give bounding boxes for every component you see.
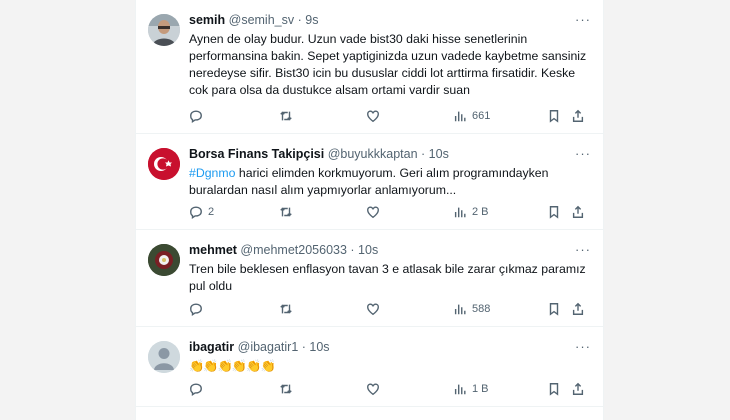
bookmark-icon — [549, 206, 559, 219]
tweet-text-body: harici elimden korkmuyorum. Geri alım pr… — [189, 166, 549, 197]
more-options-icon[interactable]: ··· — [575, 242, 591, 257]
handle[interactable]: @mehmet2056033 — [240, 243, 347, 257]
turkish-flag-icon — [148, 148, 180, 180]
share-button[interactable] — [571, 381, 585, 397]
heart-icon — [367, 303, 379, 316]
default-avatar-icon — [148, 341, 180, 373]
analytics-icon — [454, 304, 466, 315]
person-photo-icon — [148, 14, 180, 46]
tweet[interactable]: semih @semih_sv · 9s ··· Aynen de olay b… — [136, 0, 603, 134]
like-button[interactable] — [366, 108, 380, 124]
tweet-actions: 1 B — [189, 381, 594, 397]
views-button[interactable]: 2 B — [453, 204, 489, 220]
share-icon — [572, 205, 584, 218]
analytics-icon — [454, 111, 466, 122]
tweet[interactable]: mehmet @mehmet2056033 · 10s ··· Tren bil… — [136, 230, 603, 327]
heart-icon — [367, 206, 379, 219]
reply-icon — [190, 110, 202, 123]
retweet-icon — [280, 207, 292, 217]
retweet-icon — [280, 111, 292, 121]
handle[interactable]: @semih_sv — [229, 13, 295, 27]
heart-icon — [367, 110, 379, 123]
reply-button[interactable] — [189, 381, 208, 397]
bookmark-button[interactable] — [547, 301, 561, 317]
heart-icon — [367, 383, 379, 396]
analytics-icon — [454, 207, 466, 218]
views-button[interactable]: 588 — [453, 301, 490, 317]
views-button[interactable]: 661 — [453, 108, 490, 124]
retweet-button[interactable] — [279, 301, 293, 317]
display-name[interactable]: semih — [189, 13, 225, 27]
timestamp[interactable]: · 9s — [298, 13, 319, 27]
tweet-header: mehmet @mehmet2056033 · 10s — [189, 243, 378, 257]
views-button[interactable]: 1 B — [453, 381, 489, 397]
reply-icon — [190, 383, 202, 396]
reply-count: 2 — [208, 206, 215, 218]
bookmark-button[interactable] — [547, 381, 561, 397]
view-count: 588 — [472, 303, 491, 315]
share-button[interactable] — [571, 204, 585, 220]
share-button[interactable] — [571, 108, 585, 124]
timestamp[interactable]: · 10s — [350, 243, 378, 257]
more-options-icon[interactable]: ··· — [575, 12, 591, 27]
hashtag-link[interactable]: #Dgnmo — [189, 166, 235, 180]
view-count: 661 — [472, 110, 491, 122]
bookmark-icon — [549, 383, 559, 396]
tweet[interactable]: ibagatir @ibagatir1 · 10s ··· 👏👏👏👏👏👏 1 B — [136, 327, 603, 407]
avatar[interactable] — [148, 341, 180, 373]
avatar[interactable] — [148, 148, 180, 180]
more-options-icon[interactable]: ··· — [575, 146, 591, 161]
display-name[interactable]: mehmet — [189, 243, 237, 257]
bookmark-icon — [549, 110, 559, 123]
timestamp[interactable]: · 10s — [421, 147, 449, 161]
tweet-actions: 661 — [189, 108, 594, 124]
retweet-button[interactable] — [279, 204, 293, 220]
like-button[interactable] — [366, 301, 380, 317]
share-icon — [572, 302, 584, 315]
bookmark-button[interactable] — [547, 108, 561, 124]
view-count: 1 B — [472, 383, 489, 395]
display-name[interactable]: Borsa Finans Takipçisi — [189, 147, 324, 161]
handle[interactable]: @ibagatir1 — [238, 340, 299, 354]
tweet-header: semih @semih_sv · 9s — [189, 13, 318, 27]
retweet-icon — [280, 304, 292, 314]
tweet-text: 👏👏👏👏👏👏 — [189, 359, 276, 373]
avatar[interactable] — [148, 14, 180, 46]
flower-photo-icon — [148, 244, 180, 276]
bookmark-button[interactable] — [547, 204, 561, 220]
tweet-text: Aynen de olay budur. Uzun vade bist30 da… — [189, 32, 587, 97]
handle[interactable]: @buyukkkaptan — [328, 147, 418, 161]
like-button[interactable] — [366, 381, 380, 397]
share-icon — [572, 382, 584, 395]
timeline-feed: semih @semih_sv · 9s ··· Aynen de olay b… — [135, 0, 604, 420]
reply-icon — [190, 303, 202, 316]
reply-button[interactable] — [189, 108, 208, 124]
display-name[interactable]: ibagatir — [189, 340, 234, 354]
view-count: 2 B — [472, 206, 489, 218]
tweet-actions: 588 — [189, 301, 594, 317]
reply-icon — [190, 206, 202, 219]
tweet-header: Borsa Finans Takipçisi @buyukkkaptan · 1… — [189, 147, 449, 161]
bookmark-icon — [549, 303, 559, 316]
tweet-header: ibagatir @ibagatir1 · 10s — [189, 340, 330, 354]
retweet-button[interactable] — [279, 381, 293, 397]
tweet-text: #Dgnmo harici elimden korkmuyorum. Geri … — [189, 165, 589, 199]
like-button[interactable] — [366, 204, 380, 220]
more-options-icon[interactable]: ··· — [575, 339, 591, 354]
share-button[interactable] — [571, 301, 585, 317]
timestamp[interactable]: · 10s — [302, 340, 330, 354]
tweet[interactable]: Borsa Finans Takipçisi @buyukkkaptan · 1… — [136, 134, 603, 230]
retweet-button[interactable] — [279, 108, 293, 124]
reply-button[interactable]: 2 — [189, 204, 214, 220]
retweet-icon — [280, 384, 292, 394]
avatar[interactable] — [148, 244, 180, 276]
analytics-icon — [454, 384, 466, 395]
share-icon — [572, 109, 584, 122]
tweet-text: Tren bile beklesen enflasyon tavan 3 e a… — [189, 262, 586, 293]
tweet-actions: 2 2 B — [189, 204, 594, 220]
reply-button[interactable] — [189, 301, 208, 317]
